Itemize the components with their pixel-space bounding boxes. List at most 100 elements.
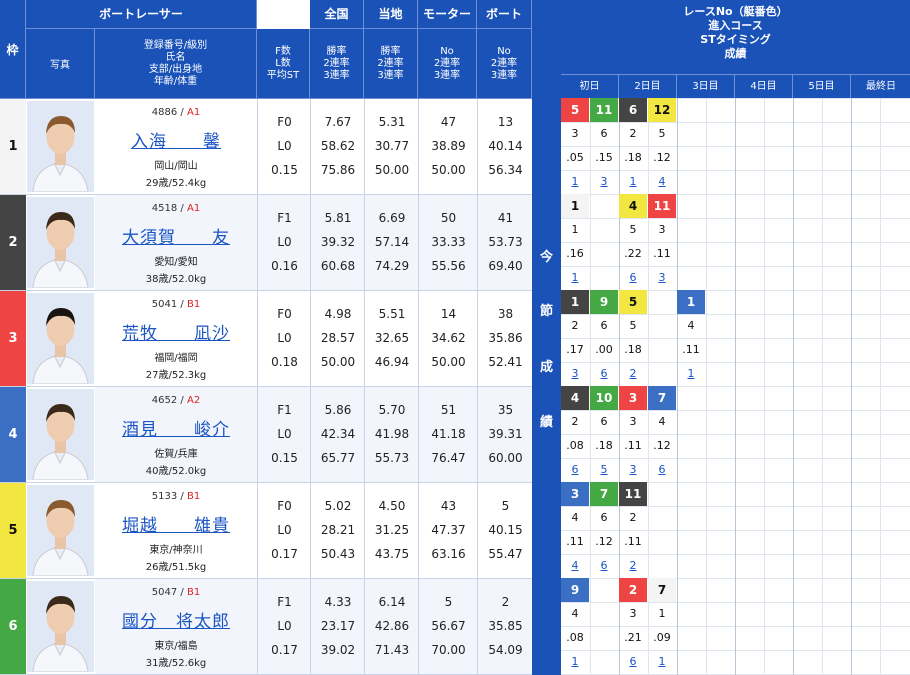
race-result-link[interactable]: 6 <box>590 554 618 578</box>
race-result-link[interactable]: 3 <box>619 458 647 482</box>
race-number-badge[interactable]: 5 <box>561 98 589 122</box>
local-rates-value: 5.31 <box>378 115 406 129</box>
national-rates-value: 4.33 <box>324 595 352 609</box>
race-number-badge[interactable]: 2 <box>619 578 647 602</box>
race-result-link[interactable]: 1 <box>561 266 589 290</box>
race-number-badge[interactable]: 10 <box>590 386 618 410</box>
race-number-badge[interactable]: 1 <box>561 194 589 218</box>
race-number-badge[interactable]: 7 <box>590 482 618 506</box>
motor-stats-value: 50.00 <box>431 355 466 369</box>
racer-name-link[interactable]: 酒見 峻介 <box>95 415 257 440</box>
race-result-link[interactable]: 2 <box>619 362 647 386</box>
st-timing: .21 <box>624 631 642 644</box>
boat-stats: 13 40.14 56.34 <box>477 99 533 194</box>
entry-course: 6 <box>600 415 608 428</box>
entry-course: 6 <box>600 319 608 332</box>
race-result-link[interactable]: 1 <box>561 650 589 674</box>
header-info: 登録番号/級別 氏名 支部/出身地 年齢/体重 <box>95 29 257 99</box>
day-header: 最終日 <box>851 74 910 98</box>
race-result-link[interactable]: 4 <box>648 170 676 194</box>
national-rates-value: 23.17 <box>320 619 356 633</box>
race-number-badge[interactable]: 4 <box>561 386 589 410</box>
racer-branch: 東京/神奈川 <box>149 545 203 556</box>
race-number-badge[interactable]: 9 <box>590 290 618 314</box>
racer-name-link[interactable]: 荒牧 凪沙 <box>95 319 257 344</box>
racer-name-link[interactable]: 國分 将太郎 <box>95 607 257 632</box>
racer-name-link[interactable]: 入海 馨 <box>95 127 257 152</box>
race-number-badge[interactable]: 11 <box>648 194 676 218</box>
race-result-link[interactable]: 1 <box>677 362 705 386</box>
f-l-st-value: 0.18 <box>271 355 298 369</box>
national-rates-value: 39.32 <box>320 235 356 249</box>
st-timing: .08 <box>566 631 584 644</box>
motor-stats: 47 38.89 50.00 <box>418 99 478 194</box>
f-l-st: F1 L0 0.15 <box>257 387 311 482</box>
race-number-badge[interactable]: 7 <box>648 386 676 410</box>
st-timing: .18 <box>624 343 642 356</box>
national-rates-value: 5.86 <box>324 403 352 417</box>
f-l-st-value: 0.15 <box>271 163 298 177</box>
local-rates-value: 57.14 <box>374 235 410 249</box>
waku-number: 4 <box>0 387 26 482</box>
racer-name-link[interactable]: 堀越 雄貴 <box>95 511 257 536</box>
race-number-badge[interactable]: 3 <box>619 386 647 410</box>
entry-course: 6 <box>600 127 608 140</box>
f-l-st: F0 L0 0.17 <box>257 483 311 578</box>
race-result-link[interactable]: 1 <box>561 170 589 194</box>
local-rates-value: 41.98 <box>374 427 410 441</box>
race-number-badge[interactable]: 9 <box>561 578 589 602</box>
boat-stats-value: 53.73 <box>488 235 523 249</box>
national-rates-value: 65.77 <box>320 451 356 465</box>
race-result-link[interactable]: 6 <box>648 458 676 482</box>
boat-stats-value: 41 <box>497 211 514 225</box>
boat-stats: 38 35.86 52.41 <box>477 291 533 386</box>
racer-photo <box>27 101 94 192</box>
racer-photo <box>27 293 94 384</box>
race-result-link[interactable]: 6 <box>561 458 589 482</box>
waku-number: 5 <box>0 483 26 578</box>
local-rates-value: 5.51 <box>378 307 406 321</box>
race-number-badge[interactable]: 7 <box>648 578 676 602</box>
motor-stats-value: 70.00 <box>431 643 466 657</box>
race-result-link[interactable]: 4 <box>561 554 589 578</box>
racer-info: 4518 / A1 大須賀 友愛知/愛知 38歳/52.0kg <box>95 195 257 290</box>
race-number-badge[interactable]: 11 <box>619 482 647 506</box>
boat-stats-value: 39.31 <box>488 427 523 441</box>
race-number-badge[interactable]: 11 <box>590 98 618 122</box>
race-result-link[interactable]: 3 <box>590 170 618 194</box>
racer-name-link[interactable]: 大須賀 友 <box>95 223 257 248</box>
race-result-link[interactable]: 6 <box>590 362 618 386</box>
racer-row: 4 4652 / A2 酒見 峻介 佐賀/兵庫 40歳/52.0kg F1 L0 0.15 5.… <box>0 387 533 483</box>
st-timing: .18 <box>595 439 613 452</box>
race-result-link[interactable]: 1 <box>619 170 647 194</box>
race-number-badge[interactable]: 5 <box>619 290 647 314</box>
racer-photo <box>27 485 94 576</box>
race-number-badge[interactable]: 6 <box>619 98 647 122</box>
racer-age-weight: 38歳/52.0kg <box>145 274 207 285</box>
race-number-badge[interactable]: 1 <box>677 290 705 314</box>
race-result-link[interactable]: 2 <box>619 554 647 578</box>
racer-info: 4652 / A2 酒見 峻介 佐賀/兵庫 40歳/52.0kg <box>95 387 257 482</box>
race-number-badge[interactable]: 3 <box>561 482 589 506</box>
entry-course: 3 <box>629 415 637 428</box>
race-number-badge[interactable]: 12 <box>648 98 676 122</box>
local-rates: 5.31 30.77 50.00 <box>364 99 419 194</box>
motor-stats-value: 38.89 <box>431 139 466 153</box>
local-rates-value: 74.29 <box>374 259 410 273</box>
race-result-link[interactable]: 3 <box>648 266 676 290</box>
race-result-link[interactable]: 3 <box>561 362 589 386</box>
local-rates-value: 31.25 <box>374 523 410 537</box>
boat-stats-value: 54.09 <box>488 643 523 657</box>
race-result-link[interactable]: 6 <box>619 650 647 674</box>
race-result-link[interactable]: 1 <box>648 650 676 674</box>
local-rates-value: 43.75 <box>374 547 410 561</box>
race-result-link[interactable]: 6 <box>619 266 647 290</box>
local-rates: 5.70 41.98 55.73 <box>364 387 419 482</box>
motor-stats: 14 34.62 50.00 <box>418 291 478 386</box>
local-rates-value: 6.14 <box>378 595 406 609</box>
header-motor-sub: No 2連率 3連率 <box>418 29 477 99</box>
race-number-badge[interactable]: 1 <box>561 290 589 314</box>
motor-stats: 43 47.37 63.16 <box>418 483 478 578</box>
race-result-link[interactable]: 5 <box>590 458 618 482</box>
race-number-badge[interactable]: 4 <box>619 194 647 218</box>
